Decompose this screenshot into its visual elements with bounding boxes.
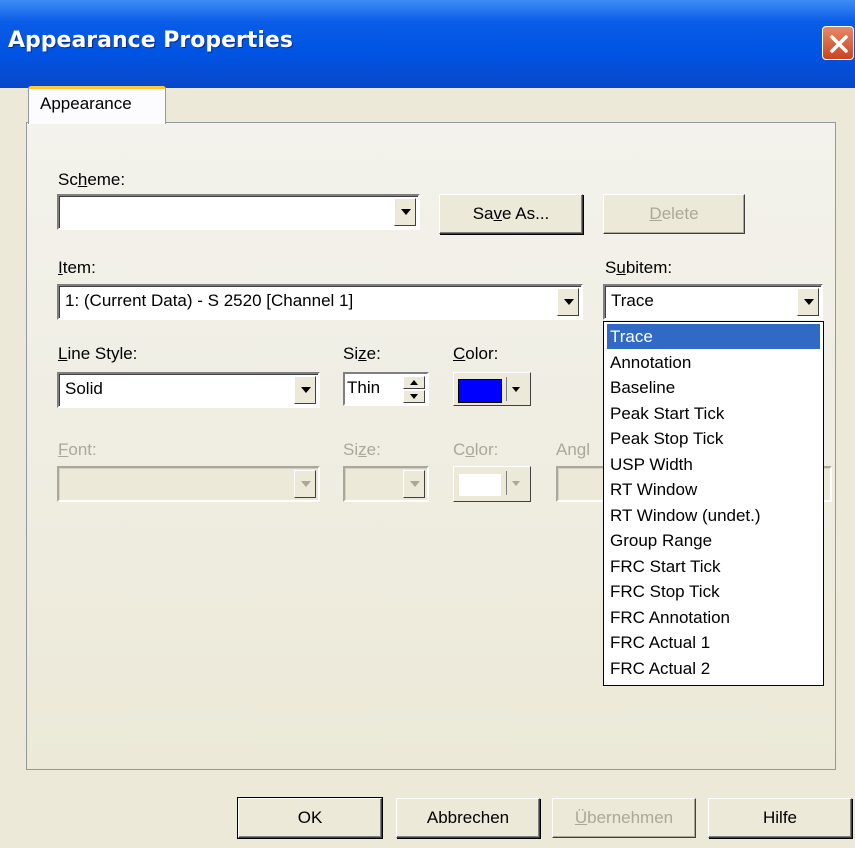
line-style-value: Solid — [65, 379, 103, 398]
divider — [506, 471, 507, 495]
list-item[interactable]: FRC Start Tick — [607, 554, 820, 579]
scheme-label: Scheme: — [58, 170, 126, 189]
color-swatch — [458, 473, 502, 497]
list-item[interactable]: Annotation — [607, 350, 820, 375]
ok-button[interactable]: OK — [237, 797, 383, 839]
list-item[interactable]: FRC Stop Tick — [607, 579, 820, 604]
list-item[interactable]: Trace — [607, 324, 820, 349]
list-item[interactable]: Peak Stop Tick — [607, 426, 820, 451]
font-combo[interactable] — [57, 466, 320, 502]
list-item[interactable]: Baseline — [607, 375, 820, 400]
item-label: Item: — [58, 258, 96, 277]
close-icon — [830, 35, 848, 53]
list-item[interactable]: Peak Start Tick — [607, 401, 820, 426]
font-label: Font: — [58, 440, 97, 459]
chevron-down-icon — [512, 481, 520, 486]
close-button[interactable] — [822, 26, 854, 60]
chevron-down-icon[interactable] — [797, 288, 819, 316]
angle-label: Angl — [556, 440, 591, 459]
subitem-label: Subitem: — [605, 258, 673, 277]
help-button[interactable]: Hilfe — [708, 798, 852, 838]
chevron-down-icon[interactable] — [294, 470, 316, 498]
line-color-picker[interactable] — [453, 372, 531, 406]
list-item[interactable]: Group Range — [607, 528, 820, 553]
subitem-combo[interactable]: Trace — [603, 284, 823, 320]
chevron-down-icon[interactable] — [294, 376, 316, 404]
delete-button[interactable]: Delete — [603, 194, 745, 234]
spin-down-icon[interactable] — [403, 390, 425, 403]
color-swatch — [458, 379, 502, 403]
save-as-button[interactable]: Save As... — [439, 194, 583, 234]
line-color-label: Color: — [453, 344, 499, 363]
item-value: 1: (Current Data) - S 2520 [Channel 1] — [65, 291, 354, 310]
apply-button[interactable]: Übernehmen — [552, 798, 696, 838]
line-size-spinner[interactable]: Thin — [343, 372, 429, 406]
subitem-dropdown-list[interactable]: Trace Annotation Baseline Peak Start Tick Pe… — [603, 321, 824, 686]
font-color-label: Color: — [453, 440, 499, 459]
chevron-down-icon[interactable] — [557, 288, 579, 316]
list-item[interactable]: FRC Actual 1 — [607, 630, 820, 655]
line-style-combo[interactable]: Solid — [57, 372, 320, 408]
font-color-picker[interactable] — [453, 466, 531, 502]
font-size-label: Size: — [343, 440, 381, 459]
list-item[interactable]: RT Window (undet.) — [607, 503, 820, 528]
font-size-combo[interactable] — [343, 466, 429, 502]
tab-appearance-label: Appearance — [40, 94, 132, 113]
window-title: Appearance Properties — [8, 28, 293, 53]
scheme-combo[interactable] — [57, 194, 420, 230]
line-style-label: Line Style: — [58, 344, 138, 363]
chevron-down-icon[interactable] — [394, 198, 416, 226]
list-item[interactable]: RT Window — [607, 477, 820, 502]
spin-up-icon[interactable] — [403, 376, 425, 389]
list-item[interactable]: FRC Actual 2 — [607, 656, 820, 681]
line-size-value: Thin — [347, 378, 381, 397]
list-item[interactable]: FRC Annotation — [607, 605, 820, 630]
item-combo[interactable]: 1: (Current Data) - S 2520 [Channel 1] — [57, 284, 583, 320]
subitem-value: Trace — [611, 291, 654, 310]
divider — [506, 377, 507, 401]
chevron-down-icon[interactable] — [403, 470, 425, 498]
cancel-button[interactable]: Abbrechen — [396, 798, 540, 838]
line-size-label: Size: — [343, 344, 381, 363]
chevron-down-icon — [512, 387, 520, 392]
list-item[interactable]: USP Width — [607, 452, 820, 477]
